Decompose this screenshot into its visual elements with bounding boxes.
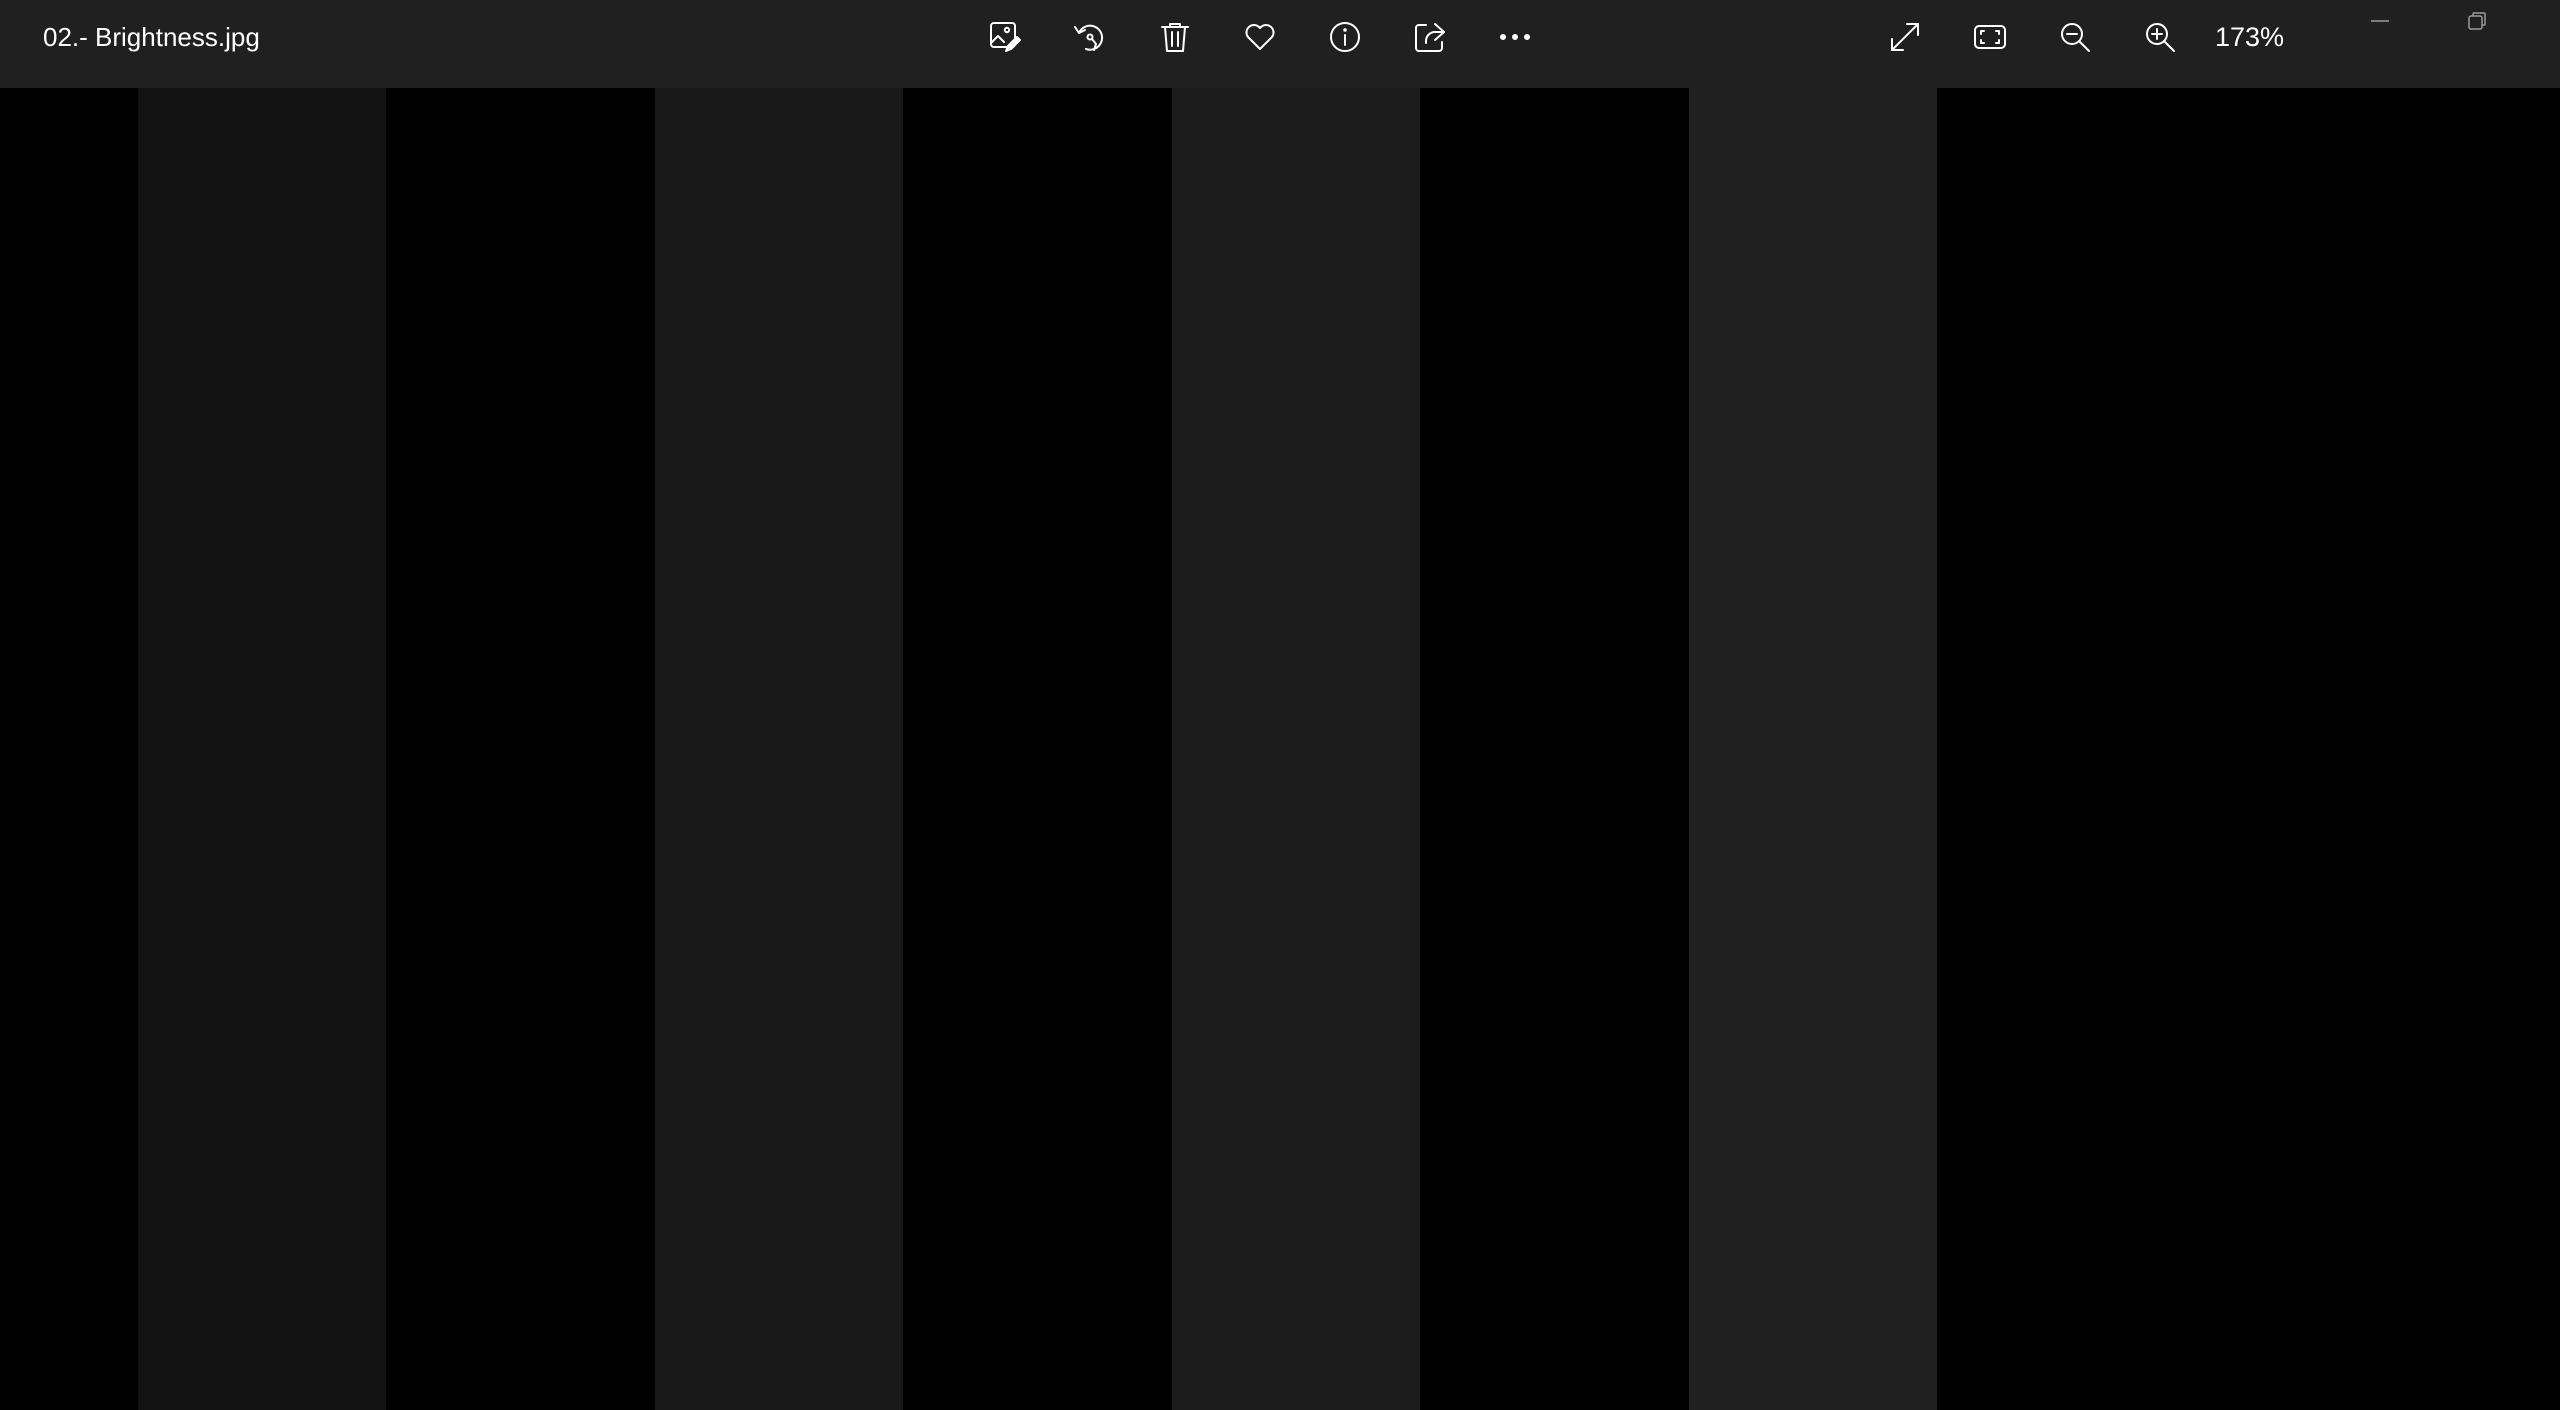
- restore-icon: [2468, 12, 2486, 30]
- image-stripe: [903, 88, 1172, 1410]
- minimize-icon: [2371, 20, 2389, 22]
- file-name-title: 02.- Brightness.jpg: [43, 22, 260, 52]
- fit-to-window-button[interactable]: [1960, 10, 2020, 64]
- image-stripe: [655, 88, 903, 1410]
- expand-icon: [1891, 23, 1919, 51]
- file-info-button[interactable]: [1315, 10, 1375, 64]
- heart-icon: [1245, 24, 1275, 50]
- more-icon: [1500, 34, 1530, 40]
- zoom-level-label[interactable]: 173%: [2215, 22, 2284, 53]
- image-stripe: [1689, 88, 1937, 1410]
- favorite-button[interactable]: [1230, 10, 1290, 64]
- more-options-button[interactable]: [1485, 10, 1545, 64]
- info-icon: [1330, 22, 1360, 52]
- image-stripe: [386, 88, 655, 1410]
- view-toolbar: 173%: [1875, 10, 2284, 64]
- rotate-button[interactable]: [1060, 10, 1120, 64]
- trash-icon: [1161, 23, 1189, 52]
- image-stripe: [138, 88, 386, 1410]
- share-button[interactable]: [1400, 10, 1460, 64]
- rotate-icon: [1074, 24, 1104, 51]
- fit-frame-icon: [1974, 25, 2006, 49]
- image-actions-toolbar: [975, 10, 1570, 64]
- full-screen-button[interactable]: [1875, 10, 1935, 64]
- zoom-in-button[interactable]: [2130, 10, 2190, 64]
- image-canvas[interactable]: [0, 88, 2560, 1410]
- zoom-out-button[interactable]: [2045, 10, 2105, 64]
- image-stripe: [1172, 88, 1420, 1410]
- title-bar: 02.- Brightness.jpg 173%: [0, 0, 2560, 88]
- restore-button[interactable]: [2452, 4, 2502, 38]
- delete-button[interactable]: [1145, 10, 1205, 64]
- image-stripe: [1420, 88, 1689, 1410]
- minimize-button[interactable]: [2355, 4, 2405, 38]
- zoom-in-icon: [2146, 23, 2175, 52]
- edit-image-button[interactable]: [975, 10, 1035, 64]
- share-icon: [1415, 23, 1445, 52]
- zoom-out-icon: [2061, 23, 2090, 52]
- image-stripe: [1937, 88, 2560, 1410]
- image-stripe: [0, 88, 138, 1410]
- edit-image-icon: [990, 22, 1021, 52]
